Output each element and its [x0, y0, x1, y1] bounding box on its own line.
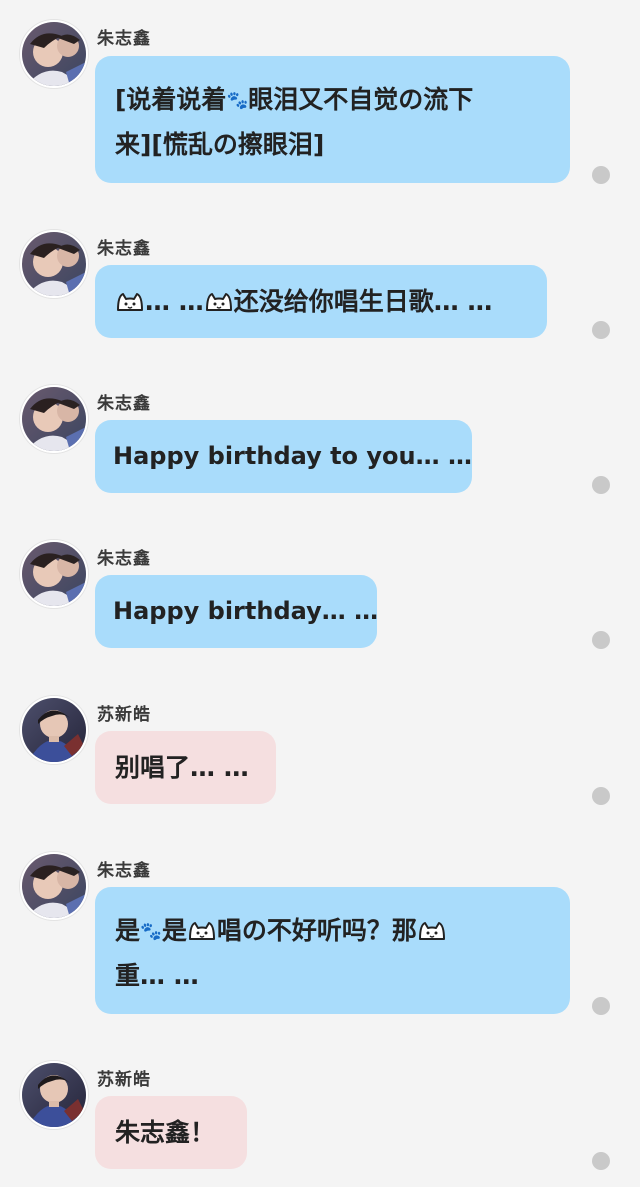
message-text: Happy birthday to you… … — [113, 442, 472, 470]
cat-emoji-icon — [417, 920, 447, 942]
message-bubble[interactable]: 是🐾是 唱の不好听吗？那 重… … — [95, 887, 570, 1014]
message-text: 别唱了… … — [115, 753, 249, 782]
text-segment: 是 — [115, 916, 141, 945]
cat-emoji-icon — [115, 291, 145, 313]
avatar[interactable] — [20, 540, 88, 608]
message-text: 是🐾是 唱の不好听吗？那 重… … — [115, 909, 550, 998]
message-bubble[interactable]: … … 还没给你唱生日歌… … — [95, 265, 547, 338]
text-segment: 来][慌乱の擦眼泪] — [115, 130, 325, 159]
status-dot — [592, 166, 610, 184]
sender-name: 苏新皓 — [97, 1070, 151, 1090]
text-segment: 还没给你唱生日歌… … — [233, 287, 493, 316]
text-segment: 眼泪又不自觉の流下 — [248, 85, 474, 114]
text-segment: 唱の不好听吗？那 — [216, 916, 417, 945]
avatar[interactable] — [20, 385, 88, 453]
paw-icon: 🐾 — [226, 91, 249, 111]
message-bubble[interactable]: 别唱了… … — [95, 731, 276, 804]
message-bubble[interactable]: [说着说着🐾眼泪又不自觉の流下 来][慌乱の擦眼泪] — [95, 56, 570, 183]
avatar[interactable] — [20, 852, 88, 920]
avatar[interactable] — [20, 230, 88, 298]
sender-name: 苏新皓 — [97, 705, 151, 725]
paw-icon: 🐾 — [140, 922, 162, 942]
message-text: [说着说着🐾眼泪又不自觉の流下 来][慌乱の擦眼泪] — [115, 78, 550, 167]
status-dot — [592, 1152, 610, 1170]
cat-emoji-icon — [204, 291, 234, 313]
avatar[interactable] — [20, 1061, 88, 1129]
sender-name: 朱志鑫 — [97, 29, 151, 49]
status-dot — [592, 321, 610, 339]
status-dot — [592, 631, 610, 649]
message-bubble[interactable]: Happy birthday… … — [95, 575, 379, 648]
text-segment: … … — [145, 287, 204, 316]
text-segment: [说着说着 — [115, 85, 227, 114]
status-dot — [592, 997, 610, 1015]
sender-name: 朱志鑫 — [97, 239, 151, 259]
message-text: 朱志鑫！ — [115, 1118, 216, 1147]
sender-name: 朱志鑫 — [97, 549, 151, 569]
avatar[interactable] — [20, 696, 88, 764]
text-segment: 是 — [161, 916, 187, 945]
message-text: … … 还没给你唱生日歌… … — [115, 265, 527, 338]
sender-name: 朱志鑫 — [97, 861, 151, 881]
avatar[interactable] — [20, 20, 88, 88]
message-bubble[interactable]: 朱志鑫！ — [95, 1096, 247, 1169]
message-bubble[interactable]: Happy birthday to you… … — [95, 420, 472, 493]
status-dot — [592, 476, 610, 494]
message-text: Happy birthday… … — [113, 597, 379, 625]
status-dot — [592, 787, 610, 805]
sender-name: 朱志鑫 — [97, 394, 151, 414]
text-segment: 重… … — [115, 961, 199, 990]
cat-emoji-icon — [187, 920, 217, 942]
